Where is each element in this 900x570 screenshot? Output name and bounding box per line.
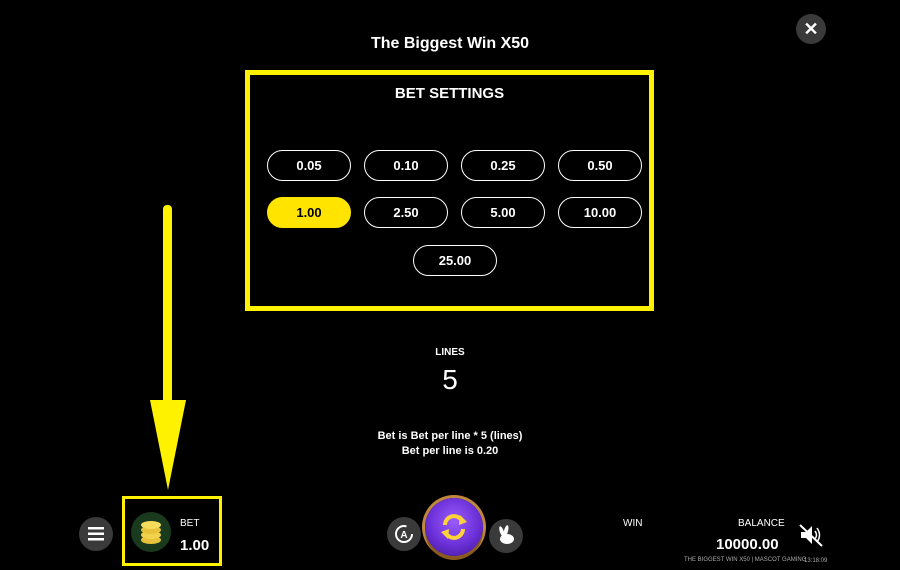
close-button[interactable]: ✕ bbox=[796, 14, 826, 44]
bet-label: BET bbox=[180, 518, 200, 529]
spin-arrows-icon bbox=[441, 514, 467, 540]
spin-button[interactable] bbox=[425, 498, 483, 556]
svg-text:A: A bbox=[400, 530, 407, 541]
balance-value: 10000.00 bbox=[716, 536, 779, 553]
balance-label: BALANCE bbox=[738, 518, 785, 529]
autoplay-icon: A bbox=[395, 525, 413, 543]
bet-value: 1.00 bbox=[180, 537, 210, 554]
bet-option-25.00[interactable]: 25.00 bbox=[413, 245, 497, 276]
bet-option-0.50[interactable]: 0.50 bbox=[558, 150, 642, 181]
game-title: The Biggest Win X50 bbox=[370, 35, 530, 52]
hamburger-icon bbox=[88, 527, 104, 541]
menu-button[interactable] bbox=[79, 517, 113, 551]
bet-settings-title: BET SETTINGS bbox=[394, 85, 505, 102]
bet-option-1.00-selected[interactable]: 1.00 bbox=[267, 197, 351, 228]
bet-per-line-text: Bet per line is 0.20 bbox=[401, 445, 499, 457]
rabbit-icon bbox=[499, 525, 514, 544]
bet-option-0.05[interactable]: 0.05 bbox=[267, 150, 351, 181]
footer-game-info: THE BIGGEST WIN X50 | MASCOT GAMING bbox=[684, 557, 807, 563]
annotation-arrow bbox=[150, 205, 186, 490]
turbo-button[interactable] bbox=[489, 519, 523, 553]
coins-icon bbox=[141, 521, 161, 544]
clock: 13:18:09 bbox=[804, 558, 828, 564]
bet-option-0.25[interactable]: 0.25 bbox=[461, 150, 545, 181]
bet-option-2.50[interactable]: 2.50 bbox=[364, 197, 448, 228]
bet-option-10.00[interactable]: 10.00 bbox=[558, 197, 642, 228]
bet-option-5.00[interactable]: 5.00 bbox=[461, 197, 545, 228]
win-label: WIN bbox=[623, 518, 643, 529]
bet-coins-button[interactable] bbox=[131, 512, 171, 552]
bet-option-0.10[interactable]: 0.10 bbox=[364, 150, 448, 181]
lines-label: LINES bbox=[435, 347, 465, 358]
autoplay-button[interactable]: A bbox=[387, 517, 421, 551]
bet-formula-text: Bet is Bet per line * 5 (lines) bbox=[377, 430, 523, 442]
sound-muted-button[interactable] bbox=[798, 522, 824, 548]
lines-value: 5 bbox=[442, 364, 458, 395]
